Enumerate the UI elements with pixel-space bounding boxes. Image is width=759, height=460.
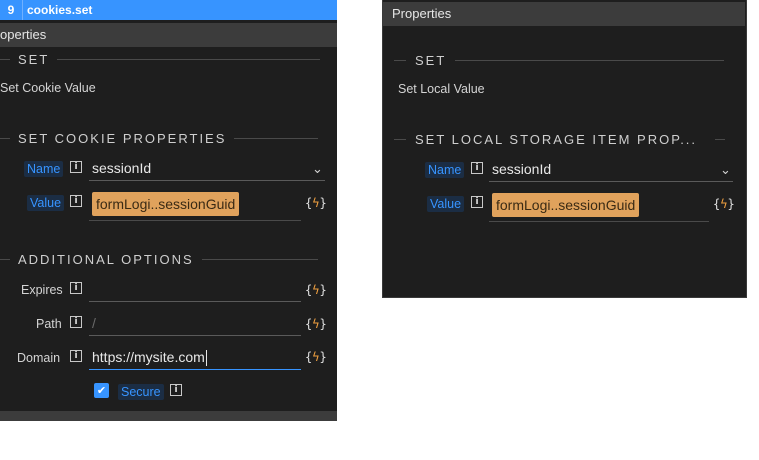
step-number: 9 bbox=[7, 3, 15, 17]
info-icon[interactable]: i bbox=[70, 195, 82, 207]
value-expression-chip[interactable]: formLogi..sessionGuid bbox=[492, 193, 640, 217]
cookie-properties-title: SET COOKIE PROPERTIES bbox=[18, 131, 227, 146]
expires-field[interactable] bbox=[89, 278, 301, 302]
cookie-properties-heading: SET COOKIE PROPERTIES bbox=[0, 131, 318, 146]
set-section-heading: SET bbox=[394, 53, 724, 68]
secure-checkbox[interactable]: ✔ bbox=[94, 383, 109, 398]
path-label: Path bbox=[36, 317, 62, 331]
text-caret bbox=[205, 350, 207, 367]
properties-header: Properties bbox=[383, 2, 745, 26]
panel-footer-bar bbox=[0, 411, 337, 421]
info-icon[interactable]: i bbox=[70, 282, 82, 294]
name-select[interactable]: sessionId bbox=[489, 158, 733, 182]
domain-label: Domain bbox=[17, 351, 61, 365]
name-select-value: sessionId bbox=[492, 161, 552, 177]
local-storage-properties-panel: Properties SET Set Local Value SET LOCAL… bbox=[382, 0, 747, 298]
info-icon[interactable]: i bbox=[170, 384, 182, 396]
additional-options-heading: ADDITIONAL OPTIONS bbox=[0, 252, 318, 267]
name-label: Name bbox=[425, 162, 465, 178]
cookie-properties-panel: 9 cookies.set operties SET Set Cookie Va… bbox=[0, 0, 337, 421]
info-icon[interactable]: i bbox=[70, 350, 82, 362]
properties-header: operties bbox=[0, 23, 337, 47]
expires-label: Expires bbox=[21, 283, 63, 297]
set-section-title: SET bbox=[18, 52, 50, 67]
expression-bolt-icon[interactable]: {ϟ} bbox=[305, 350, 327, 364]
expression-bolt-icon[interactable]: {ϟ} bbox=[305, 317, 327, 331]
step-row-selected[interactable]: 9 cookies.set bbox=[0, 0, 337, 20]
domain-value: https://mysite.com bbox=[92, 349, 205, 365]
set-description: Set Local Value bbox=[398, 82, 485, 96]
set-description: Set Cookie Value bbox=[0, 81, 96, 95]
local-storage-title: SET LOCAL STORAGE ITEM PROP... bbox=[415, 132, 698, 147]
path-field[interactable]: / bbox=[89, 312, 301, 336]
chevron-down-icon[interactable]: ⌄ bbox=[720, 163, 731, 178]
expression-bolt-icon[interactable]: {ϟ} bbox=[305, 283, 327, 297]
info-icon[interactable]: i bbox=[70, 161, 82, 173]
name-select[interactable]: sessionId bbox=[89, 157, 325, 181]
chevron-down-icon[interactable]: ⌄ bbox=[312, 162, 323, 177]
domain-field[interactable]: https://mysite.com bbox=[89, 346, 301, 370]
name-select-value: sessionId bbox=[92, 160, 152, 176]
info-icon[interactable]: i bbox=[471, 162, 483, 174]
info-icon[interactable]: i bbox=[471, 196, 483, 208]
step-name: cookies.set bbox=[22, 0, 92, 20]
name-label: Name bbox=[24, 161, 64, 177]
value-expression-chip[interactable]: formLogi..sessionGuid bbox=[92, 192, 240, 216]
value-label: Value bbox=[427, 196, 465, 212]
local-storage-heading: SET LOCAL STORAGE ITEM PROP... bbox=[394, 132, 725, 147]
additional-options-title: ADDITIONAL OPTIONS bbox=[18, 252, 194, 267]
set-section-heading: SET bbox=[0, 52, 320, 67]
path-placeholder: / bbox=[92, 315, 96, 331]
info-icon[interactable]: i bbox=[70, 316, 82, 328]
expression-bolt-icon[interactable]: {ϟ} bbox=[305, 196, 327, 210]
expression-bolt-icon[interactable]: {ϟ} bbox=[713, 197, 735, 211]
secure-label: Secure bbox=[118, 384, 164, 400]
set-section-title: SET bbox=[415, 53, 447, 68]
value-label: Value bbox=[27, 195, 65, 211]
